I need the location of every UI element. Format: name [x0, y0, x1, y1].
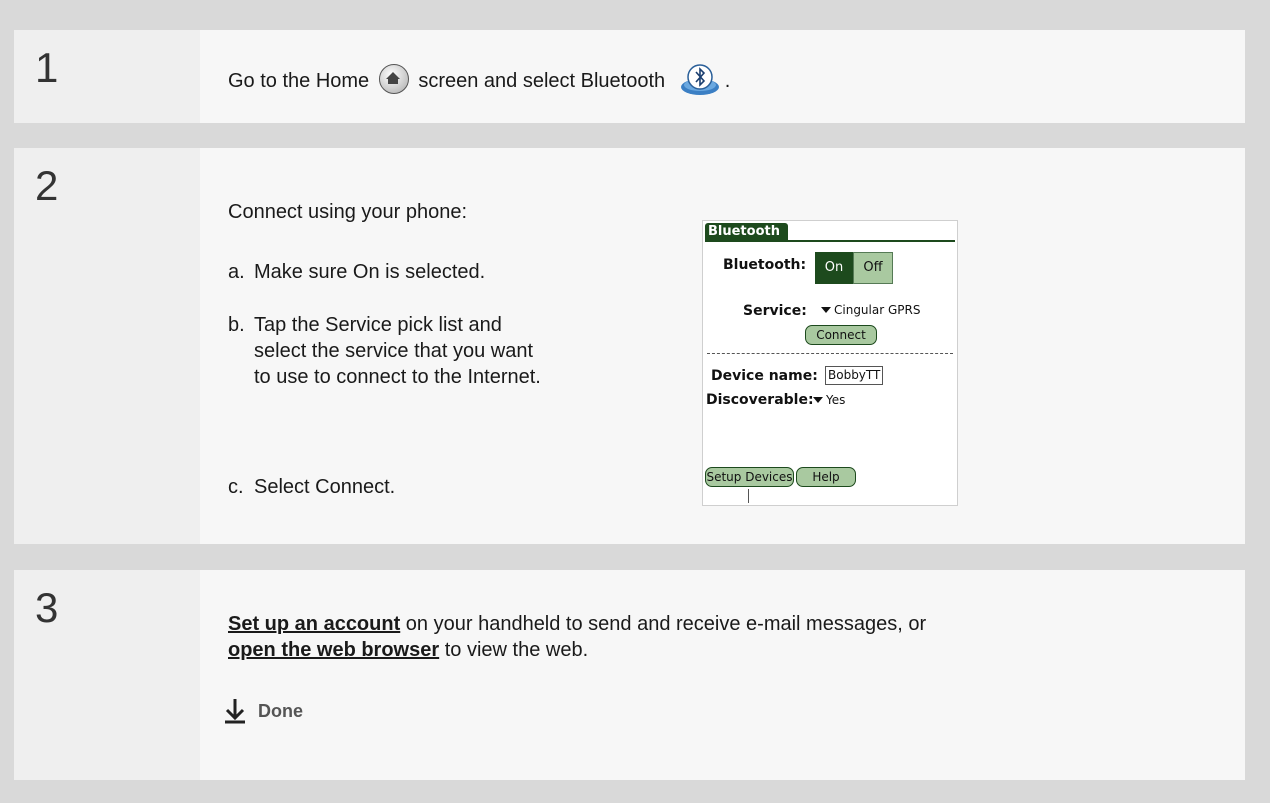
- home-icon: [378, 64, 409, 94]
- arrow-down-icon: [225, 699, 245, 724]
- substep-b: b. Tap the Service pick list and select …: [228, 312, 541, 388]
- bluetooth-screen-screenshot: Bluetooth Bluetooth: On Off Service: Cin…: [702, 220, 958, 506]
- service-value: Cingular GPRS: [834, 303, 921, 317]
- bluetooth-on-button[interactable]: On: [815, 252, 853, 284]
- step-2-intro: Connect using your phone:: [228, 201, 468, 223]
- step-content: Set up an account on your handheld to se…: [200, 570, 1245, 780]
- open-web-browser-link[interactable]: open the web browser: [228, 639, 439, 661]
- step-2-row: 2 Connect using your phone: a. Make sure …: [14, 148, 1245, 544]
- substep-text: Select Connect.: [254, 476, 396, 498]
- service-picklist[interactable]: Cingular GPRS: [821, 303, 920, 317]
- step-content: Go to the Home screen and select Bluetoo…: [200, 30, 1245, 123]
- substep-c: c. Select Connect.: [228, 474, 395, 500]
- setup-devices-button[interactable]: Setup Devices: [705, 467, 794, 487]
- substep-letter: b.: [228, 314, 245, 336]
- discoverable-value: Yes: [826, 393, 846, 407]
- substep-text: Tap the Service pick list and select the…: [254, 314, 541, 388]
- instruction-text: to view the web.: [439, 639, 589, 661]
- connect-button[interactable]: Connect: [805, 325, 877, 345]
- dropdown-arrow-icon: [813, 397, 823, 403]
- discoverable-label: Discoverable:: [706, 392, 814, 408]
- substep-a: a. Make sure On is selected.: [228, 259, 485, 285]
- device-name-label: Device name:: [711, 368, 818, 384]
- step-number: 1: [35, 44, 59, 91]
- step-number-column: 3: [14, 570, 200, 780]
- instruction-text: screen and select Bluetooth: [418, 70, 666, 92]
- done-label: Done: [258, 700, 303, 721]
- instruction-text: .: [724, 70, 731, 92]
- device-name-field[interactable]: BobbyTT: [825, 366, 884, 385]
- done-indicator: Done: [224, 698, 303, 724]
- discoverable-picklist[interactable]: Yes: [813, 393, 845, 407]
- step-content: Connect using your phone: a. Make sure On…: [200, 148, 1245, 544]
- screen-title-tab: Bluetooth: [705, 223, 788, 240]
- instruction-text: Go to the Home: [228, 70, 370, 92]
- substep-letter: c.: [228, 476, 244, 498]
- substep-letter: a.: [228, 261, 245, 283]
- title-underline: [705, 240, 955, 242]
- step-number: 3: [35, 584, 59, 631]
- dropdown-arrow-icon: [821, 307, 831, 313]
- step-number: 2: [35, 162, 59, 209]
- bluetooth-label: Bluetooth:: [723, 257, 807, 273]
- step-number-column: 1: [14, 30, 200, 123]
- step-1-row: 1 Go to the Home screen and select Bluet…: [14, 30, 1245, 123]
- step-number-column: 2: [14, 148, 200, 544]
- service-label: Service:: [743, 303, 807, 319]
- callout-line: [748, 489, 749, 503]
- set-up-account-link[interactable]: Set up an account: [228, 613, 400, 635]
- step-3-instruction: Set up an account on your handheld to se…: [228, 611, 1228, 663]
- dashed-divider: [707, 353, 953, 354]
- bluetooth-off-button[interactable]: Off: [853, 252, 893, 284]
- bluetooth-icon: [679, 63, 721, 97]
- substep-text: Make sure On is selected.: [254, 261, 486, 283]
- step-1-instruction: Go to the Home screen and select Bluetoo…: [228, 63, 730, 97]
- step-3-row: 3 Set up an account on your handheld to …: [14, 570, 1245, 780]
- instruction-text: on your handheld to send and receive e-m…: [400, 613, 927, 635]
- help-button[interactable]: Help: [796, 467, 856, 487]
